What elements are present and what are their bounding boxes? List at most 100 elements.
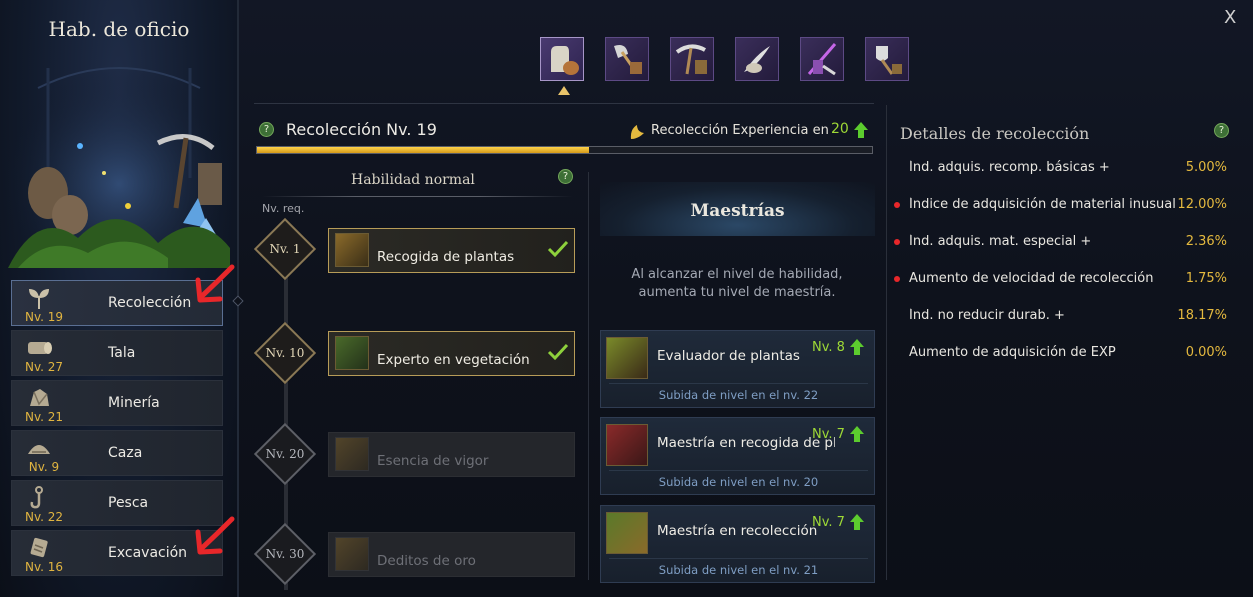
window-title: Hab. de oficio — [48, 17, 190, 41]
shovel-tool-icon[interactable] — [865, 37, 909, 81]
highlight-dot — [894, 276, 900, 282]
skill-card[interactable]: Recogida de plantas — [328, 228, 575, 273]
help-icon[interactable]: ? — [1214, 123, 1229, 138]
exp-value: 20 — [831, 121, 849, 137]
hunting-knife-tool-icon[interactable] — [735, 37, 779, 81]
profession-name: Minería — [108, 395, 160, 411]
level-up-icon — [854, 122, 868, 138]
skill-level-label: Nv. 10 — [265, 346, 305, 360]
skill-card[interactable]: Experto en vegetación — [328, 331, 575, 376]
pickaxe-tool-icon[interactable] — [670, 37, 714, 81]
mastery-name: Evaluador de plantas — [657, 348, 800, 364]
detail-value: 0.00% — [1185, 345, 1227, 360]
mastery-level: Nv. 7 — [812, 515, 845, 530]
gathering-illustration — [8, 58, 230, 268]
checkmark-icon — [547, 343, 569, 361]
detail-label: Aumento de velocidad de recolección — [909, 271, 1154, 286]
required-level-label: Nv. req. — [262, 202, 305, 215]
skill-name: Esencia de vigor — [377, 453, 489, 469]
annotation-arrow-icon — [195, 264, 235, 303]
skill-level-label: Nv. 1 — [269, 242, 301, 256]
profession-item-mineria[interactable]: Nv. 21 Minería — [11, 380, 223, 426]
details-divider — [886, 105, 887, 580]
mastery-name: Maestría en recolección — [657, 523, 818, 539]
mastery-next-level: Subida de nivel en el nv. 20 — [658, 475, 819, 489]
detail-row: Índ. no reducir durab. + 18.17% — [909, 308, 1229, 328]
profession-level: Nv. 16 — [24, 560, 64, 574]
skill-heading-divider — [262, 196, 573, 197]
gathering-mastery-icon — [606, 512, 648, 554]
detail-row: Índ. adquis. recomp. básicas + 5.00% — [909, 160, 1229, 180]
mastery-card-divider — [609, 558, 868, 559]
mastery-card[interactable]: Maestría en recolección Nv. 7 Subida de … — [600, 505, 875, 583]
skill-name: Deditos de oro — [377, 553, 476, 569]
details-title: Detalles de recolección — [900, 124, 1090, 143]
profession-name: Pesca — [108, 495, 149, 511]
profession-name: Tala — [108, 345, 136, 361]
checkmark-icon — [547, 240, 569, 258]
ore-icon — [30, 389, 49, 406]
detail-value: 12.00% — [1177, 197, 1227, 212]
detail-row: Aumento de adquisición de EXP 0.00% — [909, 345, 1229, 365]
skill-vegetation-icon — [335, 336, 369, 370]
skill-name: Experto en vegetación — [377, 352, 530, 368]
profession-level: Nv. 27 — [24, 360, 64, 374]
skill-card[interactable]: Deditos de oro — [328, 532, 575, 577]
mastery-name: Maestría en recogida de plantas — [657, 435, 835, 451]
highlight-dot — [894, 202, 900, 208]
crafting-window: Hab. de oficio Nv. 19 Recolección Nv. 27… — [0, 0, 1253, 597]
mastery-card-divider — [609, 383, 868, 384]
profession-level: Nv. 22 — [24, 510, 64, 524]
level-up-icon — [850, 514, 864, 530]
mastery-card[interactable]: Evaluador de plantas Nv. 8 Subida de niv… — [600, 330, 875, 408]
skill-vigor-icon — [335, 437, 369, 471]
detail-value: 2.36% — [1185, 234, 1227, 249]
profession-level: Nv. 19 — [24, 310, 64, 324]
level-up-icon — [850, 426, 864, 442]
exp-leaf-icon — [630, 125, 644, 139]
detail-row: Índ. adquis. mat. especial + 2.36% — [894, 234, 1229, 254]
mastery-card[interactable]: Maestría en recogida de plantas Nv. 7 Su… — [600, 417, 875, 495]
selected-tool-indicator — [558, 86, 570, 95]
sprout-icon — [29, 289, 49, 309]
profession-item-tala[interactable]: Nv. 27 Tala — [11, 330, 223, 376]
level-up-icon — [850, 339, 864, 355]
mastery-description: Al alcanzar el nivel de habilidad, aumen… — [631, 267, 843, 300]
profession-level: Nv. 9 — [28, 460, 60, 474]
mastery-next-level: Subida de nivel en el nv. 21 — [658, 563, 819, 577]
help-icon[interactable]: ? — [558, 169, 573, 184]
axe-tool-icon[interactable] — [605, 37, 649, 81]
detail-row: Aumento de velocidad de recolección 1.75… — [894, 271, 1229, 291]
column-divider — [588, 172, 589, 580]
highlight-dot — [894, 239, 900, 245]
profession-name: Caza — [108, 445, 143, 461]
profession-title: Recolección Nv. 19 — [286, 120, 437, 139]
detail-value: 18.17% — [1177, 308, 1227, 323]
skill-level-label: Nv. 20 — [265, 447, 305, 461]
fishing-rod-tool-icon[interactable] — [800, 37, 844, 81]
skill-card[interactable]: Esencia de vigor — [328, 432, 575, 477]
annotation-arrow-icon — [195, 516, 235, 555]
close-button[interactable]: X — [1224, 7, 1236, 28]
plant-evaluator-icon — [606, 337, 648, 379]
skill-gather-icon — [335, 233, 369, 267]
profession-item-caza[interactable]: Nv. 9 Caza — [11, 430, 223, 476]
detail-value: 5.00% — [1185, 160, 1227, 175]
exp-label: Recolección Experiencia en — [651, 123, 829, 138]
gloves-tool-icon[interactable] — [540, 37, 584, 81]
detail-label: Índice de adquisición de material inusua… — [909, 197, 1177, 212]
exp-progress-bar — [256, 146, 873, 154]
help-icon[interactable]: ? — [259, 122, 274, 137]
profession-name: Excavación — [108, 545, 188, 561]
mastery-card-divider — [609, 470, 868, 471]
detail-row: Índice de adquisición de material inusua… — [894, 197, 1229, 217]
skill-level-label: Nv. 30 — [265, 547, 305, 561]
hunting-icon — [28, 445, 50, 454]
fishhook-icon — [30, 486, 43, 509]
detail-label: Aumento de adquisición de EXP — [909, 345, 1116, 360]
mastery-title: Maestrías — [690, 201, 785, 221]
mastery-level: Nv. 7 — [812, 427, 845, 442]
plant-gathering-mastery-icon — [606, 424, 648, 466]
profession-level: Nv. 21 — [24, 410, 64, 424]
detail-value: 1.75% — [1185, 271, 1227, 286]
